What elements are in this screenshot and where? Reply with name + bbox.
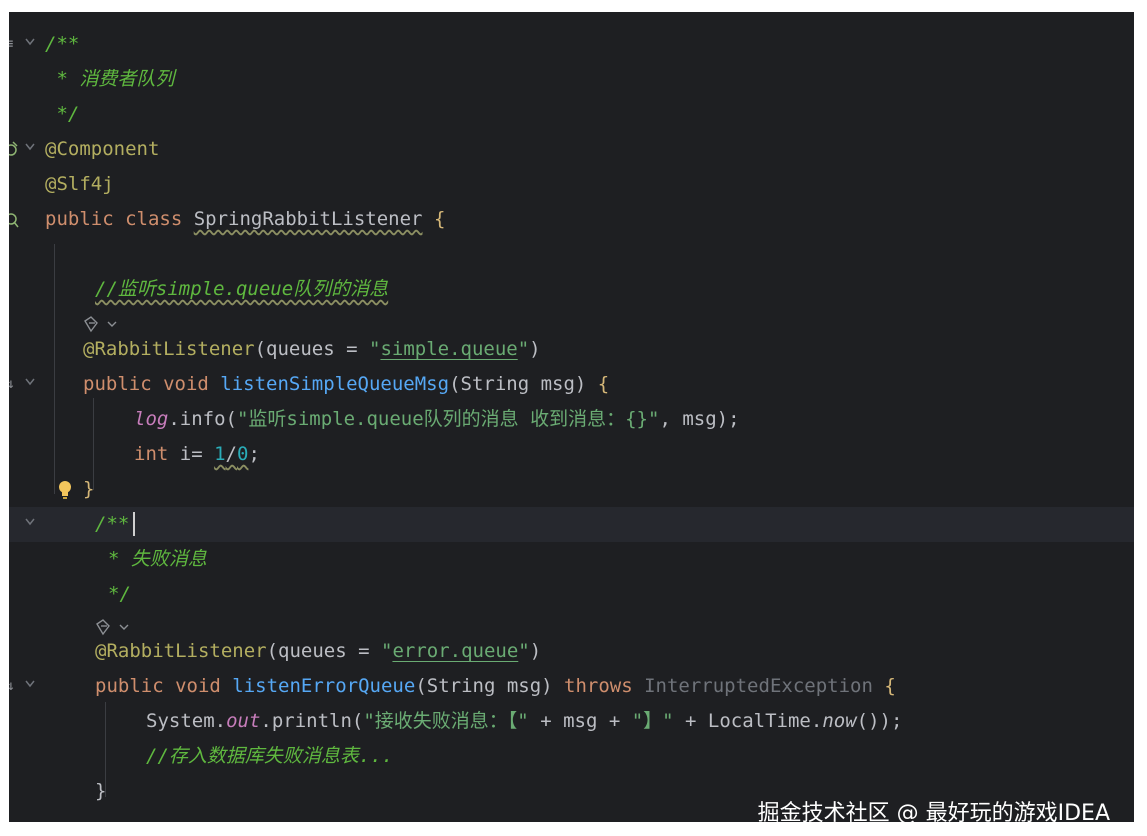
- chevron-down-icon[interactable]: [25, 680, 35, 688]
- params: (String msg): [449, 373, 598, 395]
- queue-name-link[interactable]: error.queue: [392, 640, 518, 662]
- chevron-down-icon[interactable]: [25, 38, 35, 46]
- brace: {: [433, 208, 446, 230]
- string-quote: ": [380, 640, 393, 662]
- method-name: listenErrorQueue: [232, 675, 416, 697]
- code-line[interactable]: //存入数据库失败消息表...: [9, 739, 1134, 774]
- brace: }: [83, 478, 95, 500]
- brace: {: [884, 675, 896, 697]
- annotation: @Component: [45, 138, 160, 160]
- statement: System.out.println("接收失败消息：【" + msg + "】…: [146, 704, 902, 739]
- code-line[interactable]: * 失败消息: [9, 542, 1134, 577]
- code-line[interactable]: log.info("监听simple.queue队列的消息 收到消息：{}", …: [9, 402, 1134, 437]
- code-line[interactable]: @Slf4j: [9, 167, 1134, 202]
- code-line[interactable]: @RabbitListener(queues = "error.queue"): [9, 634, 1134, 669]
- code-line[interactable]: int i= 1/0;: [9, 437, 1134, 472]
- line-comment: //监听simple.queue队列的消息: [95, 278, 389, 300]
- line-comment: //存入数据库失败消息表...: [146, 745, 394, 767]
- class-declaration: public class SpringRabbitListener {: [45, 202, 445, 237]
- method-call: .info(: [168, 408, 237, 430]
- code-line[interactable]: public class SpringRabbitListener {: [9, 202, 1134, 237]
- doc-comment: * 消费者队列: [45, 68, 175, 90]
- string-quote: ": [518, 640, 530, 662]
- watermark: 掘金技术社区 @ 最好玩的游戏IDEA: [757, 801, 1110, 822]
- doc-comment: /**: [45, 33, 80, 55]
- semicolon: ;: [248, 443, 260, 465]
- code-line[interactable]: ≡ /**: [9, 27, 1134, 62]
- doc-comment: */: [108, 583, 131, 605]
- method-call: .println(: [260, 710, 364, 732]
- exception-type: InterruptedException: [644, 675, 885, 697]
- field: log: [134, 408, 169, 430]
- static-method: now: [822, 710, 857, 732]
- operator: /: [225, 443, 237, 465]
- brace: }: [95, 780, 107, 802]
- string-literal: "监听simple.queue队列的消息 收到消息：{}": [236, 408, 660, 430]
- method-name: listenSimpleQueueMsg: [220, 373, 450, 395]
- paren: ): [529, 640, 542, 662]
- code-line[interactable]: ⇅ public void listenErrorQueue(String ms…: [9, 669, 1134, 704]
- keyword: public void: [95, 675, 233, 697]
- doc-comment: * 失败消息: [108, 548, 207, 570]
- doc-comment: /**: [95, 513, 130, 535]
- method-declaration: public void listenErrorQueue(String msg)…: [95, 669, 896, 704]
- annotation-line: @RabbitListener(queues = "error.queue"): [95, 634, 541, 669]
- code-line[interactable]: * 消费者队列: [9, 62, 1134, 97]
- code-line[interactable]: @RabbitListener(queues = "simple.queue"): [9, 332, 1134, 367]
- chevron-down-icon[interactable]: [25, 378, 35, 386]
- annotation: @RabbitListener: [95, 640, 267, 662]
- statement: int i= 1/0;: [134, 437, 260, 472]
- class-ref: + LocalTime.: [673, 710, 823, 732]
- expression: + msg +: [528, 710, 632, 732]
- string-quote: ": [368, 338, 381, 360]
- code-line[interactable]: }: [9, 472, 1134, 507]
- listener-gutter-icon[interactable]: ⇅: [9, 677, 19, 695]
- field: out: [226, 710, 261, 732]
- annotation: @RabbitListener: [83, 338, 255, 360]
- annotation-args: (queues =: [254, 338, 369, 360]
- keyword: public void: [83, 373, 221, 395]
- string-literal: "】": [631, 710, 674, 732]
- spring-bean-icon[interactable]: [9, 210, 19, 228]
- variable: i=: [179, 443, 215, 465]
- class-name: SpringRabbitListener: [193, 208, 423, 230]
- params: (String msg): [415, 675, 565, 697]
- code-line[interactable]: ⇅ public void listenSimpleQueueMsg(Strin…: [9, 367, 1134, 402]
- code-line[interactable]: */: [9, 97, 1134, 132]
- call-end: ());: [856, 710, 903, 732]
- keyword: throws: [564, 675, 645, 697]
- chevron-down-icon[interactable]: [25, 518, 35, 526]
- keyword: int: [134, 443, 180, 465]
- method-declaration: public void listenSimpleQueueMsg(String …: [83, 367, 609, 402]
- code-line[interactable]: */: [9, 577, 1134, 612]
- spring-bean-icon[interactable]: [9, 140, 19, 158]
- lightbulb-icon[interactable]: [58, 480, 72, 500]
- statement: log.info("监听simple.queue队列的消息 收到消息：{}", …: [134, 402, 740, 437]
- number: 0: [237, 443, 249, 465]
- annotation-line: @RabbitListener(queues = "simple.queue"): [83, 332, 541, 367]
- text-cursor: [133, 512, 135, 536]
- brace: {: [597, 373, 610, 395]
- screenshot-frame: ≡ /** * 消费者队列 */ @Component @Slf4j publi…: [0, 0, 1147, 836]
- number: 1: [214, 443, 226, 465]
- queue-name-link[interactable]: simple.queue: [380, 338, 517, 360]
- code-line[interactable]: @Component: [9, 132, 1134, 167]
- args: , msg);: [659, 408, 740, 430]
- doc-comment: */: [45, 103, 80, 125]
- keyword: public class: [45, 208, 194, 230]
- code-line[interactable]: System.out.println("接收失败消息：【" + msg + "】…: [9, 704, 1134, 739]
- code-editor[interactable]: ≡ /** * 消费者队列 */ @Component @Slf4j publi…: [9, 12, 1134, 822]
- annotation-args: (queues =: [266, 640, 381, 662]
- code-line-current[interactable]: /**: [9, 507, 1134, 542]
- annotation: @Slf4j: [45, 173, 114, 195]
- chevron-down-icon[interactable]: [25, 143, 35, 151]
- listener-gutter-icon[interactable]: ⇅: [9, 375, 19, 393]
- paren: ): [529, 338, 541, 360]
- string-literal: "接收失败消息：【": [363, 710, 529, 732]
- string-quote: ": [517, 338, 530, 360]
- code-line[interactable]: //监听simple.queue队列的消息: [9, 272, 1134, 307]
- structure-icon: ≡: [9, 36, 14, 52]
- class-ref: System.: [146, 710, 227, 732]
